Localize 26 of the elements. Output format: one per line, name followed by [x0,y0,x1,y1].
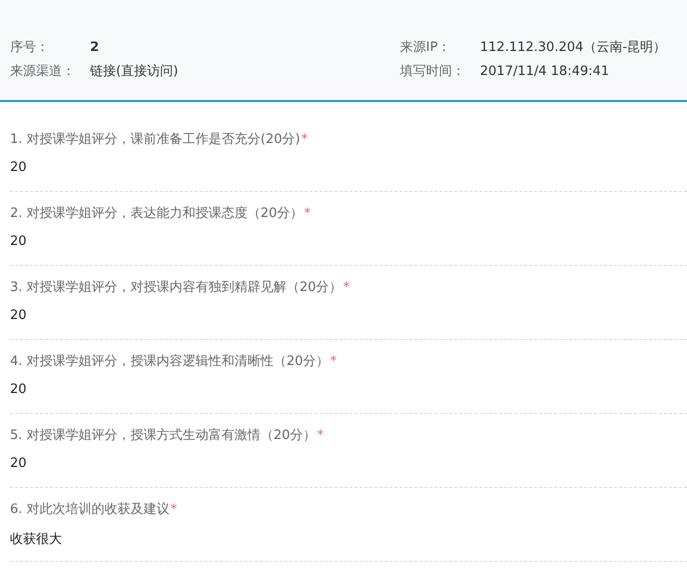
question-title: 2. 对授课学姐评分，表达能力和授课态度（20分） [10,205,304,222]
required-mark: * [343,280,350,294]
field-value: 112.112.30.204（云南-昆明） [480,39,666,56]
field-value: 链接(直接访问) [90,63,178,80]
question-title: 5. 对授课学姐评分，授课方式生动富有激情（20分） [10,427,316,444]
required-mark: * [301,132,308,146]
required-mark: * [330,354,337,368]
answer-text: 20 [10,160,28,177]
answer-text: 20 [10,382,28,399]
answer-text: 收获很大 [10,531,63,548]
field-value: 2017/11/4 18:49:41 [480,64,610,78]
question-title: 4. 对授课学姐评分，授课内容逻辑性和清晰性（20分） [10,353,330,370]
question-title: 6. 对此次培训的收获及建议 [10,501,170,518]
required-mark: * [317,428,324,442]
answer-text: 20 [10,234,28,251]
field-label: 填写时间： [400,63,466,80]
answer-text: 20 [10,456,28,473]
question-title: 3. 对授课学姐评分，对授课内容有独到精辟见解（20分） [10,279,342,296]
field-value: 2 [90,40,100,54]
required-mark: * [304,206,311,220]
field-label: 序号： [10,39,50,56]
field-label: 来源渠道： [10,63,76,80]
required-mark: * [170,502,178,516]
field-label: 来源IP： [400,39,452,56]
answer-text: 20 [10,308,28,325]
question-title: 1. 对授课学姐评分，课前准备工作是否充分(20分) [10,131,300,148]
